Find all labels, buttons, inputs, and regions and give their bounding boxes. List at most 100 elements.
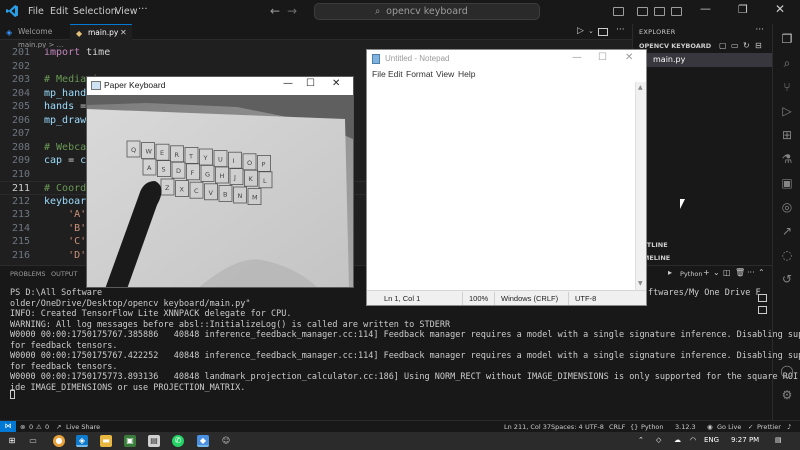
error-icon[interactable]: ⊗ — [20, 423, 25, 431]
warning-icon[interactable]: ⚠ — [36, 423, 42, 431]
encoding[interactable]: UTF-8 — [585, 423, 604, 431]
split-terminal-icon[interactable]: ◫ — [723, 268, 731, 277]
prettier-button[interactable]: Prettier — [757, 423, 781, 431]
chrome-icon[interactable]: ● — [53, 435, 65, 447]
explorer-icon[interactable]: ❐ — [779, 32, 795, 46]
run-debug-icon[interactable]: ▷ — [779, 104, 795, 118]
notepad-window[interactable]: Untitled - Notepad — ☐ ✕ File Edit Forma… — [366, 49, 647, 306]
notification-icon[interactable]: ▤ — [775, 436, 782, 444]
vscode-taskbar-icon[interactable]: ◈ — [76, 435, 88, 447]
minimize-icon[interactable]: — — [572, 52, 582, 63]
menu-view[interactable]: View — [115, 6, 138, 17]
more-actions-icon[interactable]: ··· — [755, 25, 764, 35]
menu-file[interactable]: File — [28, 6, 44, 17]
task-view-icon[interactable]: ▭ — [27, 435, 39, 447]
window-titlebar[interactable]: Paper Keyboard — ☐ ✕ — [87, 77, 353, 95]
indentation[interactable]: Spaces: 4 — [551, 423, 583, 431]
wifi-icon[interactable]: ◠ — [690, 436, 696, 444]
terminal-instance-icon[interactable] — [758, 294, 767, 302]
menu-edit[interactable]: Edit — [388, 69, 403, 79]
app-icon[interactable]: ▤ — [148, 435, 160, 447]
menu-selection[interactable]: Selection — [73, 6, 117, 17]
menu-file[interactable]: File — [372, 69, 386, 79]
chevron-up-icon[interactable]: ⌃ — [638, 436, 644, 444]
close-icon[interactable]: ✕ — [332, 78, 340, 89]
chat-icon[interactable]: ◌ — [779, 248, 795, 262]
language-mode[interactable]: Python — [641, 423, 664, 431]
refresh-icon[interactable]: ↻ — [743, 41, 750, 50]
file-item-main-py[interactable]: ◆ main.py — [633, 53, 772, 67]
maximize-panel-icon[interactable]: ⌃ — [758, 268, 765, 277]
testing-icon[interactable]: ⚗ — [779, 152, 795, 166]
menu-help[interactable]: Help — [458, 69, 475, 79]
tab-problems[interactable]: PROBLEMS — [10, 270, 45, 278]
menu-format[interactable]: Format — [406, 69, 433, 79]
tab-output[interactable]: OUTPUT — [51, 270, 78, 278]
toggle-secondary-sidebar-icon[interactable] — [671, 7, 682, 16]
sync-icon[interactable]: ↺ — [779, 272, 795, 286]
tab-main-py[interactable]: ◆ main.py ✕ — [70, 24, 132, 40]
toggle-sidebar-icon[interactable] — [637, 7, 648, 16]
search-icon[interactable]: ⌕ — [779, 56, 795, 71]
notepad-taskbar-icon[interactable]: ☺ — [220, 435, 232, 447]
terminal-dropdown[interactable]: Python — [680, 270, 703, 278]
minimize-icon[interactable]: — — [700, 2, 711, 15]
warning-count[interactable]: 0 — [45, 423, 49, 431]
window-titlebar[interactable]: Untitled - Notepad — ☐ ✕ — [367, 50, 646, 68]
extensions-icon[interactable]: ⊞ — [779, 128, 795, 142]
maximize-icon[interactable]: ☐ — [598, 52, 607, 63]
go-live-button[interactable]: Go Live — [717, 423, 741, 431]
clock[interactable]: 9:27 PM — [731, 436, 759, 444]
live-share-icon[interactable]: ↗ — [56, 423, 61, 431]
back-arrow-icon[interactable]: ← — [270, 4, 280, 18]
live-share-icon[interactable]: ↗ — [779, 224, 795, 238]
chevron-down-icon[interactable]: ⌄ — [713, 268, 720, 277]
notepad-text-area[interactable] — [367, 82, 635, 290]
language-indicator[interactable]: ENG — [704, 436, 719, 444]
more-actions-icon[interactable]: ··· — [616, 25, 625, 35]
menu-edit[interactable]: Edit — [50, 6, 68, 17]
more-menu-icon[interactable]: ··· — [138, 4, 148, 15]
menu-view[interactable]: View — [436, 69, 454, 79]
windows-start-icon[interactable]: ⊞ — [6, 435, 18, 447]
collapse-all-icon[interactable]: ⊟ — [755, 41, 762, 50]
folder-row[interactable]: OPENCV KEYBOARD ▢ ▭ ↻ ⊟ — [633, 40, 772, 52]
close-tab-icon[interactable]: ✕ — [120, 25, 127, 41]
add-terminal-icon[interactable]: + — [703, 268, 710, 277]
new-file-icon[interactable]: ▢ — [719, 41, 727, 50]
maximize-icon[interactable]: ❐ — [738, 3, 748, 16]
store-icon[interactable]: ▣ — [124, 435, 136, 447]
line-ending[interactable]: CRLF — [609, 423, 625, 431]
cloud-icon[interactable]: ☁ — [674, 436, 681, 444]
run-icon[interactable]: ▷ — [577, 26, 584, 36]
scroll-down-icon[interactable]: ▼ — [638, 280, 643, 287]
whatsapp-icon[interactable]: ✆ — [172, 435, 184, 447]
remote-explorer-icon[interactable]: ▣ — [779, 176, 795, 190]
network-icon[interactable]: ◇ — [656, 436, 661, 444]
copilot-icon[interactable] — [613, 7, 624, 16]
split-editor-icon[interactable] — [598, 28, 608, 36]
minimize-icon[interactable]: — — [283, 78, 293, 89]
source-control-icon[interactable]: ⑂ — [779, 80, 795, 94]
chevron-down-icon[interactable]: ⌄ — [588, 27, 594, 35]
close-icon[interactable]: ✕ — [625, 52, 633, 63]
file-explorer-icon[interactable]: ▬ — [100, 435, 112, 447]
toggle-panel-icon[interactable] — [654, 7, 665, 16]
maximize-icon[interactable]: ☐ — [306, 78, 315, 89]
live-share-button[interactable]: Live Share — [66, 423, 100, 431]
python-version[interactable]: 3.12.3 — [675, 423, 696, 431]
close-icon[interactable]: ✕ — [775, 2, 785, 16]
copilot-chat-icon[interactable]: ◎ — [779, 200, 795, 214]
kill-terminal-icon[interactable]: 🗑 — [735, 268, 745, 277]
command-center-search[interactable]: ⌕ opencv keyboard — [314, 3, 540, 20]
terminal-instance-icon[interactable] — [758, 306, 767, 314]
error-count[interactable]: 0 — [29, 423, 33, 431]
paper-keyboard-window[interactable]: Paper Keyboard — ☐ ✕ Q WE RT Y U I O P A S D F G HJ K L… — [86, 76, 354, 288]
python-taskbar-icon[interactable]: ◆ — [197, 435, 209, 447]
forward-arrow-icon[interactable]: → — [287, 4, 297, 18]
gear-icon[interactable]: ⚙ — [779, 388, 795, 402]
new-folder-icon[interactable]: ▭ — [731, 41, 739, 50]
bell-icon[interactable]: ♪ — [787, 423, 791, 431]
scroll-up-icon[interactable]: ▲ — [638, 84, 643, 91]
more-actions-icon[interactable]: ··· — [747, 268, 755, 277]
